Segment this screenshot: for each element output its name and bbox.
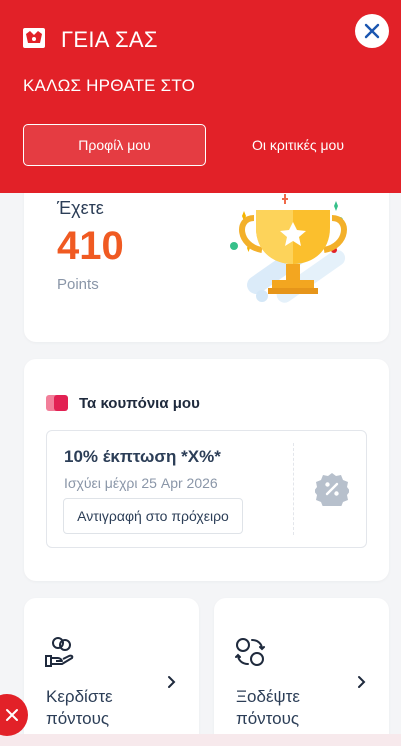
header: ΓΕΙΑ ΣΑΣ ΚΑΛΩΣ ΗΡΘΑΤΕ ΣΤΟ Προφίλ μου Οι … — [0, 0, 401, 193]
points-card: Έχετε 410 Points — [24, 170, 389, 342]
chevron-right-icon — [168, 676, 176, 688]
percent-icon — [315, 473, 349, 506]
chevron-right-icon — [358, 676, 366, 688]
close-button[interactable] — [355, 14, 389, 48]
copy-to-clipboard-button[interactable]: Αντιγραφή στο πρόχειρο — [63, 498, 243, 534]
earn-points-card[interactable]: Κερδίστε πόντους — [24, 598, 199, 746]
hand-coins-icon — [45, 637, 74, 667]
earn-points-label: Κερδίστε πόντους — [46, 687, 113, 728]
close-icon — [364, 23, 380, 39]
coupon-item: 10% έκπτωση *X%* Ισχύει μέχρι 25 Apr 202… — [46, 430, 367, 548]
coupons-icon — [46, 395, 68, 411]
coupons-card: Τα κουπόνια μου 10% έκπτωση *X%* Ισχύει … — [24, 359, 389, 581]
close-icon — [6, 709, 18, 721]
points-unit: Points — [57, 276, 99, 293]
exchange-icon — [235, 638, 265, 666]
coupon-validity: Ισχύει μέχρι 25 Apr 2026 — [64, 475, 218, 491]
welcome-text: ΚΑΛΩΣ ΗΡΘΑΤΕ ΣΤΟ — [23, 76, 196, 95]
trophy-icon — [230, 194, 347, 303]
coupon-title: 10% έκπτωση *X%* — [64, 447, 221, 466]
coupon-divider — [293, 443, 294, 535]
points-value: 410 — [57, 224, 124, 268]
bottom-banner-strip — [0, 734, 401, 746]
spend-points-label: Ξοδέψτε πόντους — [236, 687, 300, 728]
points-label: Έχετε — [57, 198, 104, 218]
spend-points-card[interactable]: Ξοδέψτε πόντους — [214, 598, 389, 746]
tab-my-reviews[interactable]: Οι κριτικές μου — [214, 124, 382, 166]
tab-my-profile[interactable]: Προφίλ μου — [23, 124, 206, 166]
coupons-title: Τα κουπόνια μου — [79, 395, 200, 412]
brand-logo-icon — [23, 28, 45, 48]
greeting-title: ΓΕΙΑ ΣΑΣ — [61, 27, 158, 52]
